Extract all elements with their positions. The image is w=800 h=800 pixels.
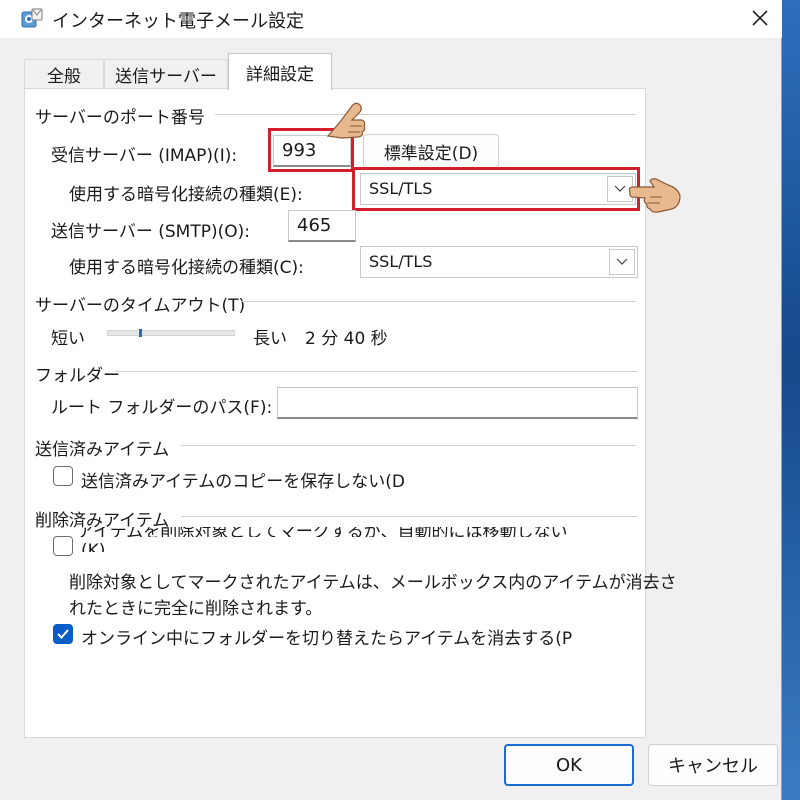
timeout-slider[interactable] — [107, 330, 235, 336]
no-copy-checkbox[interactable] — [53, 466, 73, 486]
no-copy-label: 送信済みアイテムのコピーを保存しない(D — [81, 472, 406, 492]
outgoing-port-input[interactable]: 465 — [288, 210, 356, 242]
window-title: インターネット電子メール設定 — [52, 11, 304, 32]
tab-label: 全般 — [47, 67, 81, 87]
close-icon[interactable] — [742, 2, 778, 34]
deletion-description-line1: 削除対象としてマークされたアイテムは、メールボックス内のアイテムが消去さ — [69, 573, 677, 593]
mail-settings-icon — [21, 8, 43, 28]
chevron-down-icon[interactable] — [609, 249, 635, 275]
outgoing-encryption-value: SSL/TLS — [369, 252, 433, 271]
tab-label: 詳細設定 — [246, 64, 314, 85]
purge-on-switch-label: オンライン中にフォルダーを切り替えたらアイテムを消去する(P — [81, 629, 573, 649]
outgoing-server-label: 送信サーバー (SMTP)(O): — [51, 222, 250, 242]
outgoing-encryption-select[interactable]: SSL/TLS — [360, 246, 638, 278]
desktop-background — [782, 0, 800, 800]
dialog-window: インターネット電子メール設定 全般 送信サーバー 詳細設定 サーバーのポート番号… — [0, 0, 782, 800]
outgoing-encryption-label: 使用する暗号化接続の種類(C): — [69, 258, 304, 278]
timeout-value: 2 分 40 秒 — [305, 329, 388, 349]
tab-outgoing-server[interactable]: 送信サーバー — [104, 59, 228, 89]
incoming-encryption-label: 使用する暗号化接続の種類(E): — [69, 185, 303, 205]
timeout-short-label: 短い — [51, 329, 85, 349]
title-bar: インターネット電子メール設定 — [0, 0, 782, 38]
section-divider — [241, 301, 637, 302]
highlight-box-incoming-encryption — [352, 167, 640, 211]
checkmark-icon — [57, 629, 69, 639]
timeout-long-label: 長い — [253, 329, 287, 349]
pointing-hand-icon — [628, 178, 681, 213]
pointing-hand-icon — [326, 102, 366, 139]
mark-for-deletion-label: アイテムを削除対象としてマークするが、自動的には移動しない — [77, 527, 567, 537]
timeout-section-title: サーバーのタイムアウト(T) — [35, 296, 246, 316]
tab-general[interactable]: 全般 — [24, 59, 104, 89]
mark-label-line2: (K) — [81, 543, 105, 552]
dialog-content: 全般 送信サーバー 詳細設定 サーバーのポート番号 受信サーバー (IMAP)(… — [0, 38, 782, 800]
advanced-panel: サーバーのポート番号 受信サーバー (IMAP)(I): 993 標準設定(D)… — [24, 88, 677, 738]
tab-advanced[interactable]: 詳細設定 — [228, 53, 332, 90]
section-divider — [215, 114, 637, 115]
sent-section-title: 送信済みアイテム — [35, 440, 170, 460]
default-settings-button[interactable]: 標準設定(D) — [363, 134, 499, 168]
section-divider — [181, 516, 637, 517]
root-folder-label: ルート フォルダーのパス(F): — [51, 398, 273, 418]
cancel-button[interactable]: キャンセル — [648, 744, 778, 786]
deletion-description-line2: れたときに完全に削除されます。 — [69, 599, 323, 619]
root-folder-input[interactable] — [277, 387, 638, 419]
port-section-title: サーバーのポート番号 — [35, 108, 205, 128]
folder-section-title: フォルダー — [35, 366, 120, 386]
incoming-server-label: 受信サーバー (IMAP)(I): — [51, 146, 238, 166]
section-divider — [181, 445, 637, 446]
purge-on-switch-checkbox[interactable] — [53, 624, 73, 644]
mark-label-line1: アイテムを削除対象としてマークするが、自動的には移動しない — [77, 527, 568, 537]
slider-thumb[interactable] — [139, 329, 142, 337]
ok-button[interactable]: OK — [504, 744, 634, 786]
tab-label: 送信サーバー — [115, 67, 217, 87]
mark-for-deletion-checkbox[interactable] — [53, 536, 73, 556]
section-divider — [115, 371, 637, 372]
mark-label-line2-text: (K) — [81, 543, 105, 552]
